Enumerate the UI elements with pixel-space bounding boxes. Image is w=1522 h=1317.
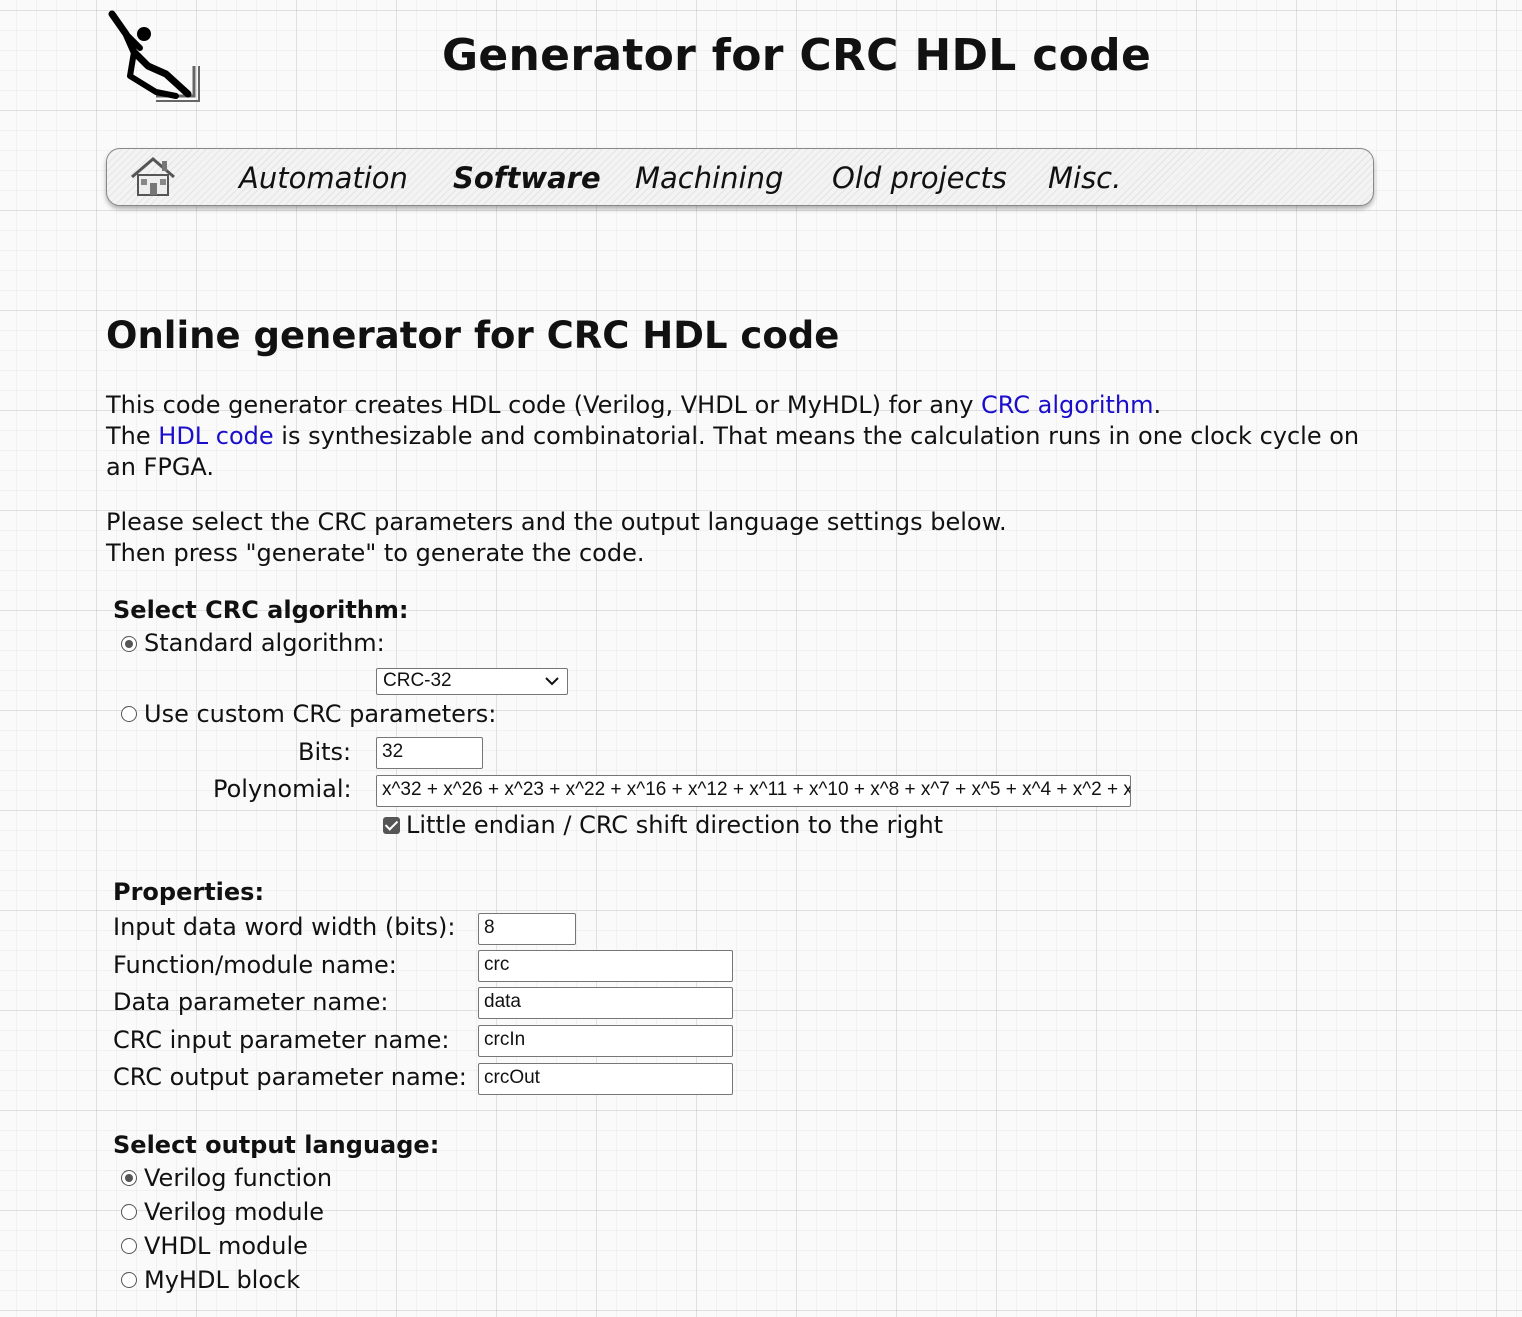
properties-heading: Properties: xyxy=(113,878,265,906)
nav-item-automation[interactable]: Automation xyxy=(239,161,408,195)
instructions-text: Please select the CRC parameters and the… xyxy=(106,507,1366,569)
intro-line2-start: The xyxy=(106,422,159,450)
data-width-input[interactable]: 8 xyxy=(478,913,576,945)
instructions-line2: Then press "generate" to generate the co… xyxy=(106,539,645,567)
chevron-down-icon xyxy=(545,677,559,686)
main-nav: Automation Software Machining Old projec… xyxy=(106,148,1374,206)
algorithm-heading: Select CRC algorithm: xyxy=(113,596,409,624)
crc-in-input[interactable]: crcIn xyxy=(478,1025,733,1057)
standard-algorithm-label: Standard algorithm: xyxy=(144,629,385,657)
house-icon[interactable] xyxy=(129,155,177,199)
bits-label: Bits: xyxy=(298,738,352,766)
verilog-module-radio[interactable] xyxy=(121,1204,137,1220)
nav-item-machining[interactable]: Machining xyxy=(635,161,783,195)
vhdl-module-radio[interactable] xyxy=(121,1238,137,1254)
module-name-label: Function/module name: xyxy=(113,951,397,979)
custom-parameters-label: Use custom CRC parameters: xyxy=(144,700,497,728)
polynomial-input[interactable]: x^32 + x^26 + x^23 + x^22 + x^16 + x^12 … xyxy=(376,775,1131,807)
little-endian-label: Little endian / CRC shift direction to t… xyxy=(406,811,944,839)
myhdl-block-radio[interactable] xyxy=(121,1272,137,1288)
little-endian-checkbox[interactable] xyxy=(383,817,400,834)
intro-line1-text: This code generator creates HDL code (Ve… xyxy=(106,391,982,419)
intro-line2-text: is synthesizable and combinatorial. That… xyxy=(106,422,1360,481)
verilog-function-radio[interactable] xyxy=(121,1170,137,1186)
nav-item-old-projects[interactable]: Old projects xyxy=(832,161,1007,195)
page-heading: Online generator for CRC HDL code xyxy=(106,314,840,357)
crc-algorithm-link[interactable]: CRC algorithm xyxy=(981,391,1153,419)
intro-line1-end: . xyxy=(1153,391,1162,419)
data-width-label: Input data word width (bits): xyxy=(113,913,456,941)
data-param-input[interactable]: data xyxy=(478,987,733,1019)
data-param-label: Data parameter name: xyxy=(113,988,389,1016)
custom-parameters-radio[interactable] xyxy=(121,706,137,722)
nav-item-software[interactable]: Software xyxy=(453,161,601,195)
intro-text: This code generator creates HDL code (Ve… xyxy=(106,390,1366,483)
instructions-line1: Please select the CRC parameters and the… xyxy=(106,508,1007,536)
myhdl-block-label: MyHDL block xyxy=(144,1266,301,1294)
standard-algorithm-select[interactable]: CRC-32 xyxy=(376,668,568,695)
crc-out-label: CRC output parameter name: xyxy=(113,1063,467,1091)
nav-item-misc[interactable]: Misc. xyxy=(1048,161,1121,195)
crc-out-input[interactable]: crcOut xyxy=(478,1063,733,1095)
standard-algorithm-value: CRC-32 xyxy=(383,670,452,691)
crc-in-label: CRC input parameter name: xyxy=(113,1026,450,1054)
hdl-code-link[interactable]: HDL code xyxy=(158,422,273,450)
site-title: Generator for CRC HDL code xyxy=(442,30,1152,81)
output-heading: Select output language: xyxy=(113,1131,440,1159)
verilog-function-label: Verilog function xyxy=(144,1164,333,1192)
site-logo[interactable] xyxy=(104,8,204,104)
standard-algorithm-radio[interactable] xyxy=(121,636,137,652)
polynomial-label: Polynomial: xyxy=(213,775,352,803)
bits-input[interactable]: 32 xyxy=(376,737,483,769)
module-name-input[interactable]: crc xyxy=(478,950,733,982)
vhdl-module-label: VHDL module xyxy=(144,1232,308,1260)
verilog-module-label: Verilog module xyxy=(144,1198,325,1226)
